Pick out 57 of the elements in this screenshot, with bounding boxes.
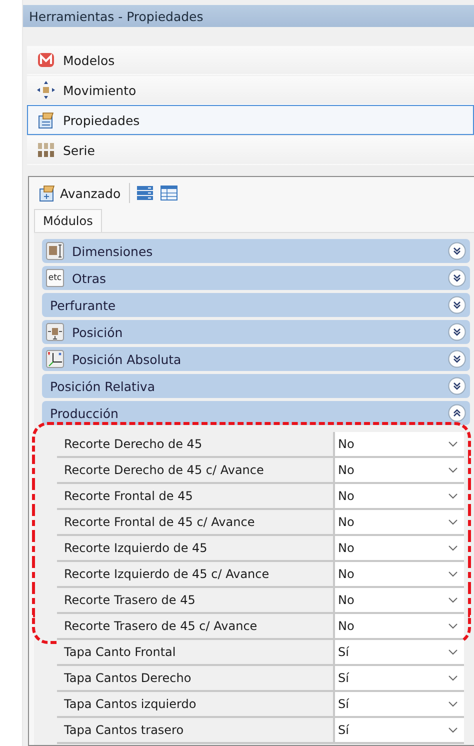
chevron-down-icon: [448, 571, 458, 577]
dropdown[interactable]: Sí: [335, 640, 464, 664]
chevron-down-icon: [448, 441, 458, 447]
dropdown[interactable]: No: [335, 588, 464, 612]
chevron-down-icon: [448, 467, 458, 473]
section-header[interactable]: Perfurante: [42, 293, 470, 317]
chevron-down-icon: [448, 519, 458, 525]
section-header[interactable]: etc Otras: [42, 266, 470, 290]
chevron-down-icon: [448, 623, 458, 629]
etc-icon: etc: [46, 269, 64, 287]
grid-icon: [37, 141, 55, 159]
property-name: Tapa Canto Frontal: [57, 640, 335, 664]
nav-item[interactable]: Propiedades: [27, 105, 474, 135]
section-header[interactable]: Posición Absoluta: [42, 347, 470, 371]
chevron-down-icon: [448, 493, 458, 499]
dropdown[interactable]: Sí: [335, 692, 464, 716]
dropdown[interactable]: No: [335, 484, 464, 508]
collapse-icon[interactable]: [448, 404, 466, 422]
table-view-icon[interactable]: [160, 184, 178, 202]
chevron-down-icon: [448, 597, 458, 603]
nav-item[interactable]: Movimiento: [27, 75, 474, 105]
move-arrows-icon: [37, 81, 55, 99]
section-header[interactable]: Producción: [42, 401, 470, 425]
chevron-down-icon: [448, 701, 458, 707]
list-view-icon[interactable]: [136, 184, 154, 202]
chevron-down-icon: [448, 675, 458, 681]
dropdown[interactable]: No: [335, 614, 464, 638]
expand-icon[interactable]: [448, 323, 466, 341]
clipboard-icon: [38, 184, 56, 202]
dropdown[interactable]: Sí: [335, 718, 464, 742]
tab[interactable]: Módulos: [34, 209, 102, 232]
window-title: Herramientas - Propiedades: [29, 8, 204, 24]
axes-icon: [46, 350, 64, 368]
m-logo-icon: [37, 51, 55, 69]
dropdown[interactable]: No: [335, 536, 464, 560]
nav-item[interactable]: Modelos: [27, 45, 474, 75]
dropdown[interactable]: No: [335, 562, 464, 586]
expand-icon[interactable]: [448, 296, 466, 314]
section-header[interactable]: Posición Relativa: [42, 374, 470, 398]
expand-icon[interactable]: [448, 350, 466, 368]
chevron-down-icon: [448, 649, 458, 655]
advanced-button[interactable]: Avanzado: [36, 182, 123, 204]
chevron-down-icon: [448, 545, 458, 551]
dropdown[interactable]: No: [335, 458, 464, 482]
section-header[interactable]: Posición: [42, 320, 470, 344]
expand-icon[interactable]: [448, 242, 466, 260]
expand-icon[interactable]: [448, 269, 466, 287]
dropdown[interactable]: No: [335, 510, 464, 534]
dropdown[interactable]: No: [335, 432, 464, 456]
furniture-position-icon: [46, 323, 64, 341]
nav-item[interactable]: Serie: [27, 135, 474, 165]
furniture-dimensions-icon: [46, 242, 64, 260]
clipboard-icon: [37, 111, 55, 129]
dropdown[interactable]: Sí: [335, 666, 464, 690]
chevron-down-icon: [448, 727, 458, 733]
expand-icon[interactable]: [448, 377, 466, 395]
section-header[interactable]: Dimensiones: [42, 239, 470, 263]
